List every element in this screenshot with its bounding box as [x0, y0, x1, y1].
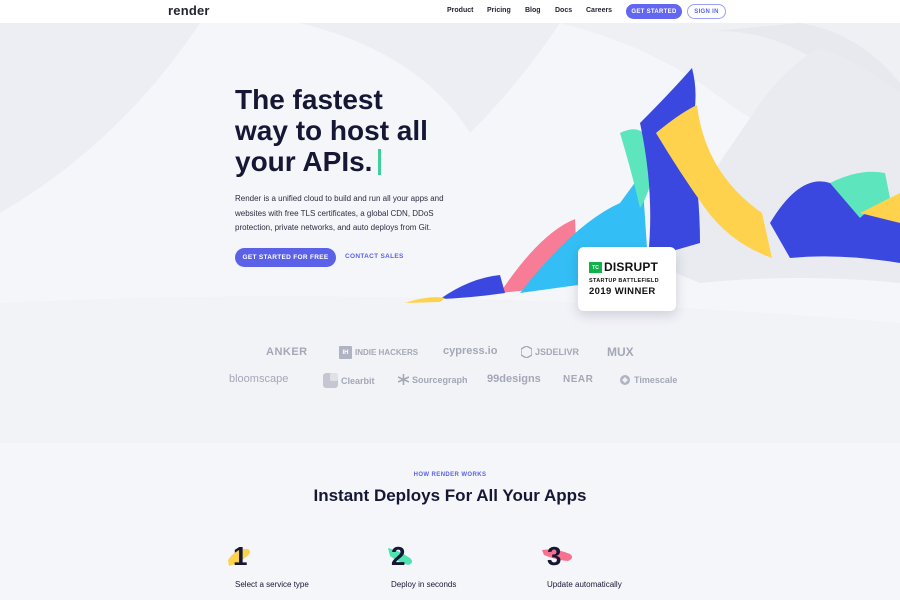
logo-sourcegraph-text: Sourcegraph — [412, 374, 468, 385]
step-2-label: Deploy in seconds — [391, 580, 457, 589]
hero-description: Render is a unified cloud to build and r… — [235, 194, 444, 232]
logo-jsdelivr: JSDELIVR — [521, 346, 579, 358]
indie-hackers-icon: IH — [339, 346, 352, 359]
logo-sourcegraph: Sourcegraph — [398, 374, 468, 385]
step-1-label: Select a service type — [235, 580, 309, 589]
logo-anker: ANKER — [266, 346, 308, 358]
step-1-number: 1 — [233, 541, 248, 571]
nav-link-product[interactable]: Product — [447, 7, 473, 14]
step-3-number: 3 — [547, 541, 562, 571]
logo-indie-hackers: IH INDIE HACKERS — [339, 346, 418, 359]
hero-title-line-2: way to host all — [235, 115, 428, 146]
hero-title: The fastest way to host all your APIs. — [235, 84, 495, 177]
hero-title-line-1: The fastest — [235, 84, 383, 115]
logo-jsdelivr-text: JSDELIVR — [535, 347, 580, 357]
step-3-label: Update automatically — [547, 580, 622, 589]
logo-clearbit: Clearbit — [323, 373, 375, 388]
contact-sales-link[interactable]: CONTACT SALES — [345, 253, 404, 260]
nav-link-pricing[interactable]: Pricing — [487, 7, 511, 14]
get-started-free-button[interactable]: GET STARTED FOR FREE — [235, 248, 336, 267]
hero-title-line-3-text: your APIs. — [235, 146, 373, 177]
nav-link-blog[interactable]: Blog — [525, 7, 541, 14]
step-2: 2 Deploy in seconds — [384, 540, 524, 596]
badge-winner: 2019 WINNER — [589, 286, 656, 297]
timescale-icon — [619, 374, 631, 386]
logo-near: NEAR — [563, 374, 594, 385]
logo-99designs: 99designs — [487, 373, 541, 385]
logo-timescale: Timescale — [619, 374, 677, 386]
badge-title: DISRUPT — [604, 260, 659, 274]
techcrunch-logo: TC — [589, 262, 602, 273]
badge-subtitle: STARTUP BATTLEFIELD — [589, 278, 659, 284]
logo-indie-hackers-text: INDIE HACKERS — [355, 348, 419, 357]
logo-cypress: cypress.io — [443, 345, 498, 357]
step-2-number: 2 — [391, 541, 406, 571]
jsdelivr-icon — [521, 346, 532, 358]
hero-title-line-3: your APIs. — [235, 146, 495, 177]
logo-timescale-text: Timescale — [634, 375, 678, 385]
render-logo[interactable]: render — [168, 3, 210, 18]
logo-bloomscape: bloomscape — [229, 373, 289, 385]
how-it-works-eyebrow: HOW RENDER WORKS — [413, 472, 487, 478]
nav-link-docs[interactable]: Docs — [555, 7, 572, 14]
get-started-button[interactable]: GET STARTED — [626, 4, 682, 19]
step-3: 3 Update automatically — [540, 540, 680, 596]
nav-link-careers[interactable]: Careers — [586, 7, 612, 14]
top-nav: render Product Pricing Blog Docs Careers… — [0, 0, 900, 23]
step-1: 1 Select a service type — [226, 540, 366, 596]
sourcegraph-icon — [398, 374, 409, 385]
typing-cursor — [378, 149, 382, 175]
clearbit-icon — [323, 373, 338, 388]
sign-in-button[interactable]: SIGN IN — [687, 4, 726, 19]
how-it-works-title: Instant Deploys For All Your Apps — [313, 486, 587, 505]
disrupt-award-badge: TC DISRUPT STARTUP BATTLEFIELD 2019 WINN… — [578, 247, 676, 311]
logo-clearbit-text: Clearbit — [341, 375, 375, 386]
logo-mux: MUX — [607, 345, 634, 359]
